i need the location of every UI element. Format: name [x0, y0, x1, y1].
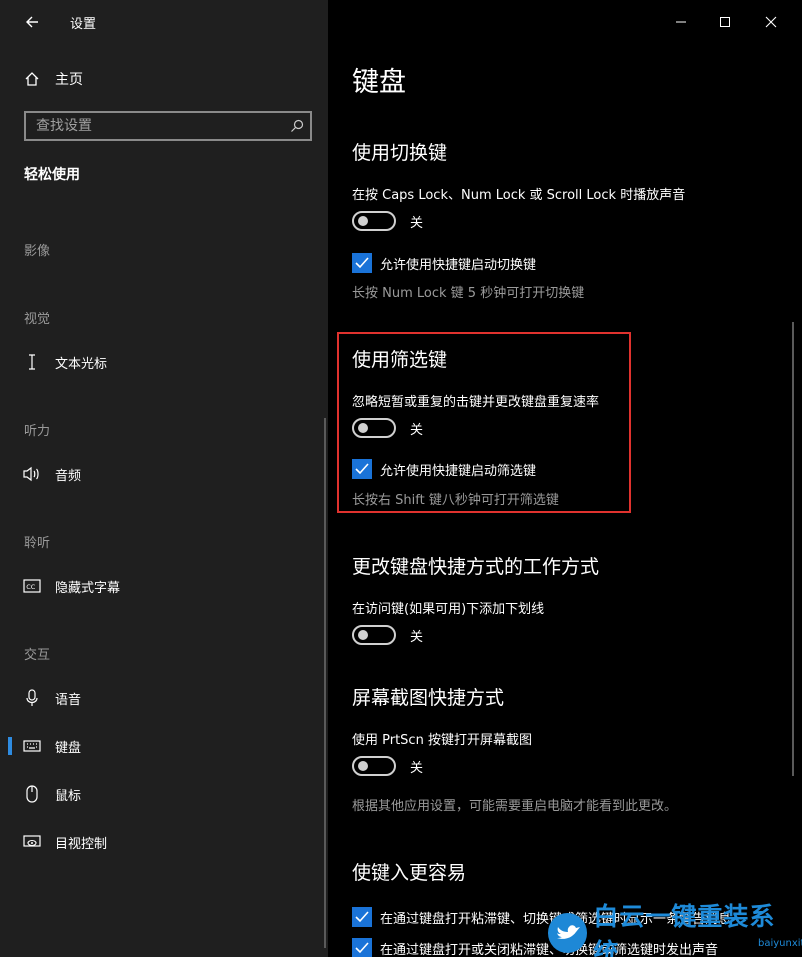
maximize-icon: [720, 17, 730, 27]
toggle-keys-hint: 长按 Num Lock 键 5 秒钟可打开切换键: [352, 286, 585, 301]
warning-message-checkbox[interactable]: [352, 907, 372, 927]
sidebar-item-captions[interactable]: CC 隐藏式字幕: [0, 568, 328, 604]
checkmark-icon: [355, 257, 369, 269]
toggle-keys-switch-row[interactable]: 关: [352, 210, 423, 232]
app-title: 设置: [70, 17, 97, 32]
shortcuts-switch-row[interactable]: 关: [352, 624, 423, 646]
checkbox-label: 允许使用快捷键启动切换键: [380, 257, 537, 273]
filter-keys-highlight-box: [337, 332, 631, 513]
toggle-knob: [358, 216, 368, 226]
page-title: 键盘: [352, 67, 406, 98]
print-screen-switch[interactable]: [352, 756, 396, 776]
microphone-icon: [22, 688, 42, 708]
sidebar-item-speech[interactable]: 语音: [0, 680, 328, 716]
toggle-keys-shortcut-checkbox[interactable]: [352, 253, 372, 273]
minimize-icon: [676, 21, 686, 23]
search-input[interactable]: [26, 118, 284, 134]
search-box[interactable]: [24, 111, 312, 141]
print-screen-hint: 根据其他应用设置，可能需要重启电脑才能看到此更改。: [352, 799, 678, 814]
close-button[interactable]: [748, 0, 794, 44]
underline-access-keys-switch[interactable]: [352, 625, 396, 645]
shortcuts-title: 更改键盘快捷方式的工作方式: [352, 556, 600, 578]
keyboard-icon: [22, 736, 42, 756]
toggle-state-label: 关: [410, 215, 424, 231]
easier-typing-title: 使键入更容易: [352, 862, 467, 884]
sound-checkbox[interactable]: [352, 938, 372, 957]
print-screen-title: 屏幕截图快捷方式: [352, 687, 505, 709]
captions-icon: CC: [22, 576, 42, 596]
svg-text:CC: CC: [26, 583, 36, 591]
toggle-keys-title: 使用切换键: [352, 142, 448, 164]
settings-window: 设置 主页 轻松使用 影像 视觉 文本光标 听力 音频 聆听: [0, 0, 802, 957]
watermark-url: baiyunxitong.com: [758, 938, 802, 949]
category-listen: 聆听: [24, 536, 51, 551]
sidebar-item-label: 音频: [55, 468, 82, 484]
sidebar-item-label: 目视控制: [55, 836, 108, 852]
category-images: 影像: [24, 244, 51, 259]
maximize-button[interactable]: [702, 0, 748, 44]
eye-control-icon: [22, 832, 42, 852]
back-arrow-icon: [26, 16, 38, 28]
category-interaction: 交互: [24, 648, 51, 663]
sidebar-scrollbar[interactable]: [324, 418, 326, 948]
shortcuts-desc: 在访问键(如果可用)下添加下划线: [352, 602, 545, 617]
sidebar-item-label: 文本光标: [55, 356, 108, 372]
home-label: 主页: [55, 72, 83, 88]
sidebar-item-audio[interactable]: 音频: [0, 456, 328, 492]
mouse-icon: [22, 784, 42, 804]
sidebar-item-text-cursor[interactable]: 文本光标: [0, 344, 328, 380]
watermark: 白云一键重装系统 baiyunxitong.com: [548, 902, 802, 957]
toggle-state-label: 关: [410, 629, 424, 645]
sidebar-item-label: 鼠标: [55, 788, 82, 804]
toggle-keys-desc: 在按 Caps Lock、Num Lock 或 Scroll Lock 时播放声…: [352, 188, 686, 203]
checkmark-icon: [355, 942, 369, 954]
sidebar-item-label: 隐藏式字幕: [55, 580, 121, 596]
close-icon: [765, 16, 777, 28]
home-icon: [25, 72, 39, 86]
sidebar-item-keyboard[interactable]: 键盘: [0, 728, 328, 764]
category-hearing: 听力: [24, 424, 51, 439]
sidebar-section-title: 轻松使用: [24, 167, 80, 183]
toggle-keys-shortcut-checkbox-row[interactable]: 允许使用快捷键启动切换键: [352, 252, 536, 274]
toggle-knob: [358, 630, 368, 640]
checkmark-icon: [355, 911, 369, 923]
bird-logo-icon: [548, 913, 588, 953]
sidebar: 设置 主页 轻松使用 影像 视觉 文本光标 听力 音频 聆听: [0, 0, 328, 957]
toggle-state-label: 关: [410, 760, 424, 776]
category-vision: 视觉: [24, 312, 51, 327]
sidebar-item-label: 键盘: [55, 740, 82, 756]
sidebar-item-label: 语音: [55, 692, 82, 708]
toggle-knob: [358, 761, 368, 771]
sidebar-item-eye-control[interactable]: 目视控制: [0, 824, 328, 860]
text-cursor-icon: [22, 352, 42, 372]
back-button[interactable]: [16, 8, 48, 36]
main-scrollbar[interactable]: [792, 322, 794, 776]
speaker-icon: [22, 464, 42, 484]
home-nav-item[interactable]: 主页: [24, 68, 83, 90]
search-icon[interactable]: [284, 113, 310, 139]
minimize-button[interactable]: [658, 0, 704, 44]
print-screen-desc: 使用 PrtScn 按键打开屏幕截图: [352, 733, 532, 748]
sidebar-item-mouse[interactable]: 鼠标: [0, 776, 328, 812]
toggle-keys-switch[interactable]: [352, 211, 396, 231]
print-screen-switch-row[interactable]: 关: [352, 755, 423, 777]
